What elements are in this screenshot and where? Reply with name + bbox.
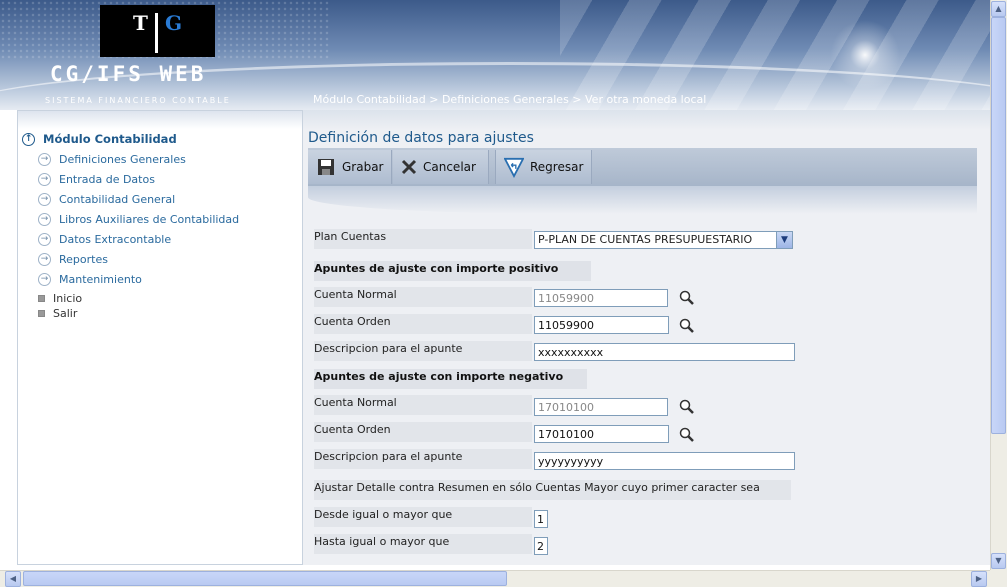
toolbar: Grabar Cancelar Regresar (308, 148, 977, 186)
sidebar-item-libros-auxiliares[interactable]: → Libros Auxiliares de Contabilidad (18, 209, 302, 229)
arrow-right-icon: → (38, 192, 51, 206)
adjust-note: Ajustar Detalle contra Resumen en sólo C… (314, 480, 791, 500)
back-label: Regresar (530, 160, 584, 174)
bullet-square-icon (38, 295, 45, 302)
sidebar-item-datos-extracontable[interactable]: → Datos Extracontable (18, 229, 302, 249)
vertical-scroll-thumb[interactable] (991, 17, 1006, 434)
app-subtitle: SISTEMA FINANCIERO CONTABLE (45, 96, 231, 105)
save-label: Grabar (342, 160, 384, 174)
arrow-right-icon: → (38, 172, 51, 186)
desde-input[interactable] (534, 510, 548, 528)
negative-section-header: Apuntes de ajuste con importe negativo (314, 369, 587, 389)
pos-normal-label: Cuenta Normal (314, 287, 532, 307)
sidebar-item-label: Contabilidad General (59, 192, 176, 206)
hasta-input[interactable] (534, 537, 548, 555)
logo: T G (100, 5, 215, 57)
sidebar-item-reportes[interactable]: → Reportes (18, 249, 302, 269)
sidebar-link-inicio[interactable]: Inicio (18, 291, 302, 306)
cancel-label: Cancelar (423, 160, 476, 174)
sidebar-item-label: Definiciones Generales (59, 152, 186, 166)
page-title: Definición de datos para ajustes (308, 130, 534, 146)
scroll-left-button[interactable]: ◀ (5, 571, 21, 587)
neg-cuenta-normal-input[interactable] (534, 398, 668, 416)
positive-section-header: Apuntes de ajuste con importe positivo (314, 261, 591, 281)
bullet-square-icon (38, 310, 45, 317)
floppy-disk-icon (316, 157, 336, 177)
sidebar-link-label: Salir (53, 307, 78, 320)
pos-orden-label: Cuenta Orden (314, 314, 532, 334)
sidebar: ↑ Módulo Contabilidad → Definiciones Gen… (17, 110, 303, 565)
cancel-button[interactable]: Cancelar (393, 150, 489, 184)
magnifier-icon[interactable] (679, 290, 697, 308)
neg-descripcion-input[interactable] (534, 452, 795, 470)
plan-cuentas-label: Plan Cuentas (314, 229, 532, 249)
pos-cuenta-orden-input[interactable] (534, 316, 669, 334)
arrow-right-icon: → (38, 212, 51, 226)
app-title: CG/IFS WEB (50, 62, 207, 86)
x-icon (399, 157, 419, 177)
sidebar-item-entrada-de-datos[interactable]: → Entrada de Datos (18, 169, 302, 189)
collapse-up-icon: ↑ (22, 132, 35, 146)
pos-descripcion-input[interactable] (534, 343, 795, 361)
save-button[interactable]: Grabar (308, 150, 392, 184)
sidebar-item-label: Entrada de Datos (59, 172, 155, 186)
arrow-right-icon: → (38, 232, 51, 246)
sidebar-item-label: Mantenimiento (59, 272, 142, 286)
neg-cuenta-orden-input[interactable] (534, 425, 669, 443)
breadcrumb: Módulo Contabilidad > Definiciones Gener… (313, 93, 707, 106)
desde-label: Desde igual o mayor que (314, 507, 532, 527)
app-window: T G CG/IFS WEB SISTEMA FINANCIERO CONTAB… (0, 0, 1007, 587)
back-button[interactable]: Regresar (495, 150, 592, 184)
sidebar-item-label: Libros Auxiliares de Contabilidad (59, 212, 240, 226)
sidebar-item-label: Reportes (59, 252, 108, 266)
main-panel: Definición de datos para ajustes Grabar … (303, 110, 990, 565)
scroll-right-button[interactable]: ▶ (971, 571, 987, 587)
arrow-right-icon: → (38, 252, 51, 266)
header-banner: T G CG/IFS WEB SISTEMA FINANCIERO CONTAB… (0, 0, 990, 110)
pos-desc-label: Descripcion para el apunte (314, 341, 532, 361)
chevron-down-icon: ▼ (776, 232, 792, 248)
sidebar-item-mantenimiento[interactable]: → Mantenimiento (18, 269, 302, 289)
scroll-down-button[interactable]: ▼ (991, 553, 1006, 569)
return-arrow-icon (504, 157, 524, 178)
pos-cuenta-normal-input[interactable] (534, 289, 668, 307)
neg-normal-label: Cuenta Normal (314, 395, 532, 415)
scroll-up-button[interactable]: ▲ (991, 1, 1006, 17)
neg-orden-label: Cuenta Orden (314, 422, 532, 442)
plan-cuentas-select[interactable]: P-PLAN DE CUENTAS PRESUPUESTARIO ▼ (534, 231, 793, 249)
magnifier-icon[interactable] (679, 399, 697, 417)
hasta-label: Hasta igual o mayor que (314, 534, 532, 554)
plan-cuentas-value: P-PLAN DE CUENTAS PRESUPUESTARIO (538, 233, 753, 246)
arrow-right-icon: → (38, 272, 51, 286)
sidebar-module-header[interactable]: ↑ Módulo Contabilidad (18, 129, 302, 149)
neg-desc-label: Descripcion para el apunte (314, 449, 532, 469)
sidebar-item-definiciones-generales[interactable]: → Definiciones Generales (18, 149, 302, 169)
magnifier-icon[interactable] (679, 427, 697, 445)
logo-letter-t: T (133, 11, 148, 35)
sidebar-item-contabilidad-general[interactable]: → Contabilidad General (18, 189, 302, 209)
horizontal-scroll-thumb[interactable] (23, 571, 507, 586)
sidebar-link-label: Inicio (53, 292, 83, 305)
logo-letter-g: G (165, 11, 183, 35)
magnifier-icon[interactable] (679, 318, 697, 336)
arrow-right-icon: → (38, 152, 51, 166)
sidebar-item-label: Datos Extracontable (59, 232, 172, 246)
sidebar-link-salir[interactable]: Salir (18, 306, 302, 321)
sidebar-module-label: Módulo Contabilidad (43, 132, 177, 146)
